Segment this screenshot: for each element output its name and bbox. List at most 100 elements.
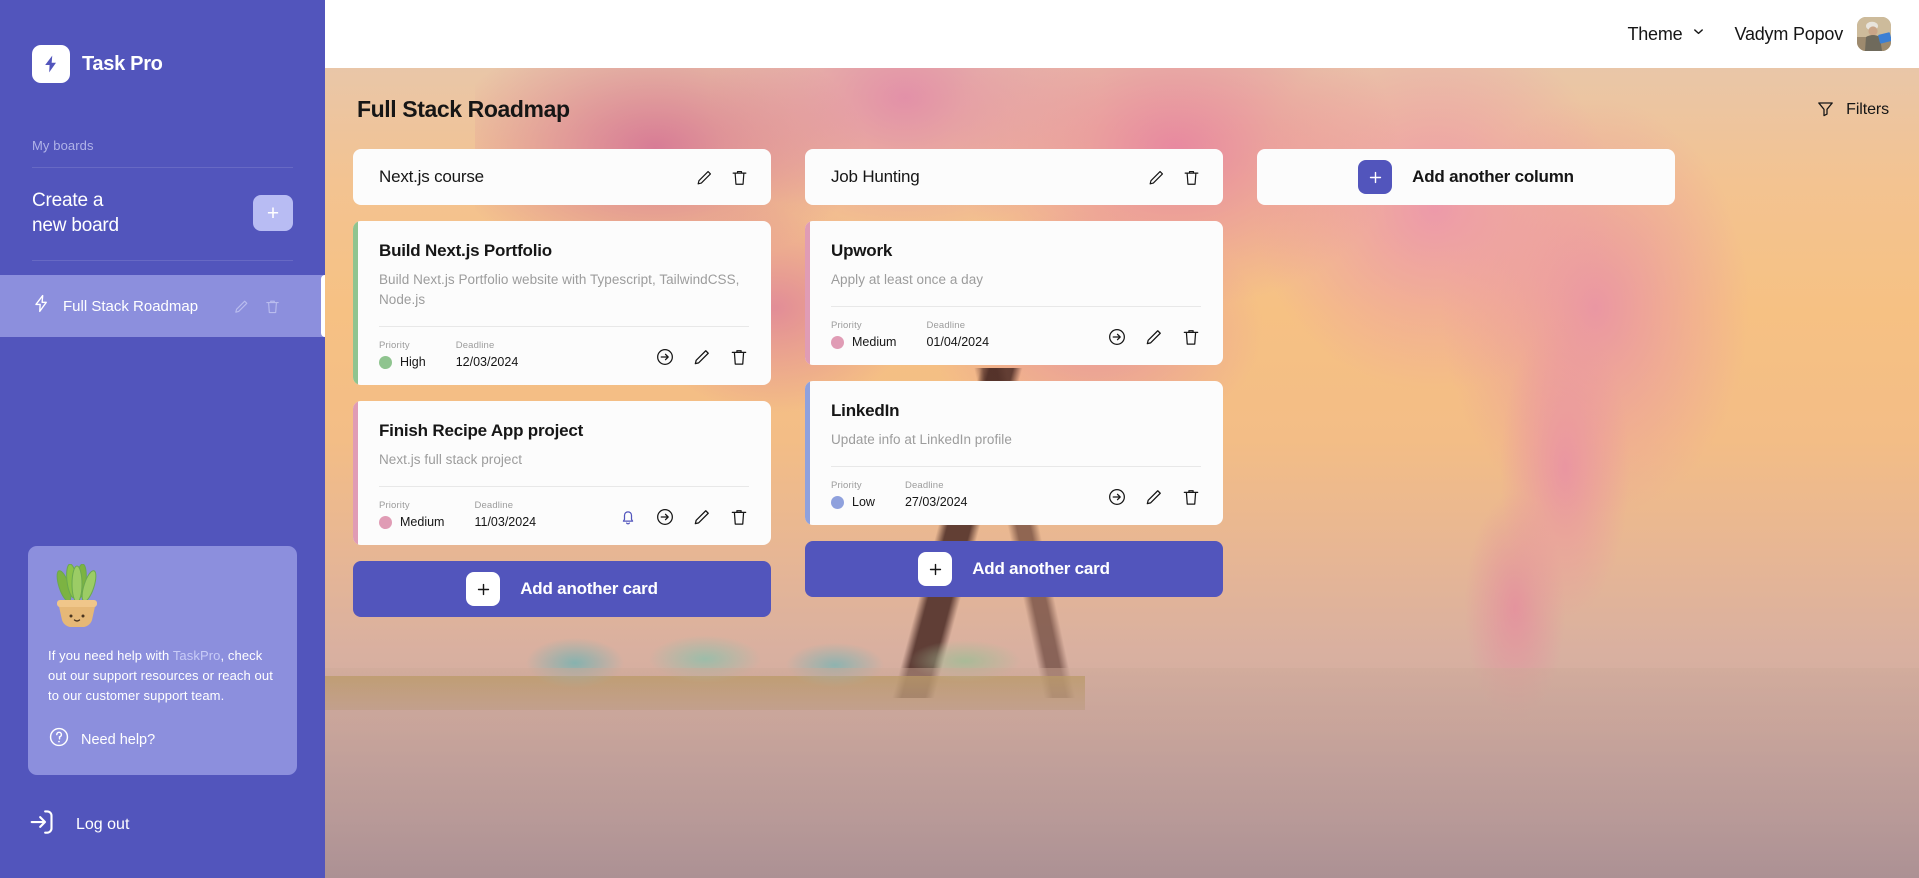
lightning-bolt-icon <box>32 45 70 83</box>
deadline-value: 12/03/2024 <box>455 355 519 369</box>
help-text-before: If you need help with <box>48 648 173 663</box>
card-description: Next.js full stack project <box>379 452 523 467</box>
edit-card-button[interactable] <box>1144 327 1164 347</box>
delete-column-button[interactable] <box>1182 168 1201 187</box>
add-card-label: Add another card <box>520 579 658 598</box>
logout-label: Log out <box>76 815 130 833</box>
plus-icon <box>918 552 953 586</box>
edit-card-button[interactable] <box>1144 487 1164 507</box>
card-title: Upwork <box>831 241 893 260</box>
board-content: Full Stack Roadmap Filters Next.js cours… <box>325 68 1919 878</box>
delete-card-button[interactable] <box>1181 327 1201 347</box>
column-title: Job Hunting <box>831 167 920 186</box>
create-board-label: Create a new board <box>32 188 119 238</box>
help-card: If you need help with TaskPro, check out… <box>28 546 297 775</box>
priority-meta: Priority Medium <box>831 320 896 349</box>
priority-accent-bar <box>805 381 810 525</box>
edit-column-button[interactable] <box>695 168 714 187</box>
priority-value-row: Low <box>831 495 875 509</box>
add-card-label: Add another card <box>972 559 1110 578</box>
delete-card-button[interactable] <box>729 507 749 527</box>
my-boards-label: My boards <box>32 138 94 153</box>
delete-card-button[interactable] <box>729 347 749 367</box>
delete-column-button[interactable] <box>730 168 749 187</box>
card-description: Build Next.js Portfolio website with Typ… <box>379 272 740 307</box>
sidebar-item-full-stack-roadmap[interactable]: Next.js course Full Stack Roadmap <box>0 275 325 337</box>
card-description: Update info at LinkedIn profile <box>831 432 1012 447</box>
priority-dot <box>831 495 844 509</box>
add-another-card-button[interactable]: Add another card <box>805 541 1223 597</box>
card-title: Build Next.js Portfolio <box>379 241 552 260</box>
logout-button[interactable]: Log out <box>0 775 325 878</box>
edit-card-button[interactable] <box>692 507 712 527</box>
deadline-meta: Deadline 12/03/2024 <box>456 340 519 369</box>
board-header: Full Stack Roadmap Filters <box>353 96 1891 123</box>
task-card[interactable]: Upwork Apply at least once a day Priorit… <box>805 221 1223 365</box>
create-board-line2: new board <box>32 215 119 236</box>
bell-icon-button[interactable] <box>618 507 638 527</box>
priority-value-row: High <box>379 355 426 369</box>
question-circle-icon <box>48 726 70 753</box>
board-item-name: Full Stack Roadmap <box>63 297 199 315</box>
column-header-actions <box>1147 168 1201 187</box>
card-footer: Priority Low Deadline 27/03/2024 <box>831 480 1201 509</box>
column-title: Next.js course <box>379 167 484 186</box>
create-board-button[interactable]: + <box>253 195 293 231</box>
create-board-row: Create a new board + <box>0 168 325 238</box>
edit-card-button[interactable] <box>692 347 712 367</box>
user-menu[interactable]: Vadym Popov <box>1734 17 1891 51</box>
column-next-js-course: Next.js course Build Next.js Portfolio B… <box>353 149 771 617</box>
board-item-actions <box>233 298 325 315</box>
need-help-button[interactable]: Need help? <box>48 726 277 753</box>
priority-label: Priority <box>831 480 862 491</box>
move-arrow-icon-button[interactable] <box>655 507 675 527</box>
board-area: Full Stack Roadmap Filters Next.js cours… <box>325 68 1919 878</box>
column-header: Job Hunting <box>805 149 1223 205</box>
deadline-label: Deadline <box>926 320 966 331</box>
brand-name: Task Pro <box>82 52 163 75</box>
move-arrow-icon-button[interactable] <box>1107 327 1127 347</box>
card-meta: Priority Low Deadline 27/03/2024 <box>831 480 968 509</box>
priority-accent-bar <box>353 221 358 385</box>
task-card[interactable]: LinkedIn Update info at LinkedIn profile… <box>805 381 1223 525</box>
edit-board-button[interactable] <box>233 298 250 315</box>
deadline-meta: Deadline 01/04/2024 <box>926 320 989 349</box>
priority-value: High <box>400 355 426 369</box>
priority-meta: Priority High <box>379 340 426 369</box>
priority-dot <box>379 355 392 369</box>
priority-meta: Priority Low <box>831 480 875 509</box>
task-card[interactable]: Finish Recipe App project Next.js full s… <box>353 401 771 545</box>
deadline-meta: Deadline 27/03/2024 <box>905 480 968 509</box>
main-area: Theme Vadym Popov Full Stack Roadmap Fil… <box>325 0 1919 878</box>
add-another-card-button[interactable]: Add another card <box>353 561 771 617</box>
topbar: Theme Vadym Popov <box>325 0 1919 68</box>
card-footer: Priority Medium Deadline 01/04/2024 <box>831 320 1201 349</box>
card-actions <box>1107 487 1201 509</box>
theme-label: Theme <box>1627 23 1683 44</box>
active-indicator <box>321 275 325 337</box>
priority-value: Low <box>852 495 875 509</box>
card-meta: Priority Medium Deadline 01/04/2024 <box>831 320 989 349</box>
card-footer: Priority Medium Deadline 11/03/2024 <box>379 500 749 529</box>
card-divider <box>831 466 1201 467</box>
move-arrow-icon-button[interactable] <box>655 347 675 367</box>
move-arrow-icon-button[interactable] <box>1107 487 1127 507</box>
task-card[interactable]: Build Next.js Portfolio Build Next.js Po… <box>353 221 771 385</box>
sidebar: Task Pro My boards Create a new board + … <box>0 0 325 878</box>
filters-button[interactable]: Filters <box>1816 99 1889 121</box>
card-description: Apply at least once a day <box>831 272 984 287</box>
deadline-label: Deadline <box>474 500 514 511</box>
columns-container: Next.js course Build Next.js Portfolio B… <box>353 149 1891 617</box>
priority-meta: Priority Medium <box>379 500 444 529</box>
add-another-column-button[interactable]: Add another column <box>1257 149 1675 205</box>
card-actions <box>655 347 749 369</box>
priority-accent-bar <box>353 401 358 545</box>
delete-card-button[interactable] <box>1181 487 1201 507</box>
add-column-label: Add another column <box>1412 167 1574 186</box>
delete-board-button[interactable] <box>264 298 281 315</box>
card-footer: Priority High Deadline 12/03/2024 <box>379 340 749 369</box>
priority-label: Priority <box>379 340 410 351</box>
theme-dropdown[interactable]: Theme <box>1627 24 1706 45</box>
card-actions <box>1107 327 1201 349</box>
edit-column-button[interactable] <box>1147 168 1166 187</box>
